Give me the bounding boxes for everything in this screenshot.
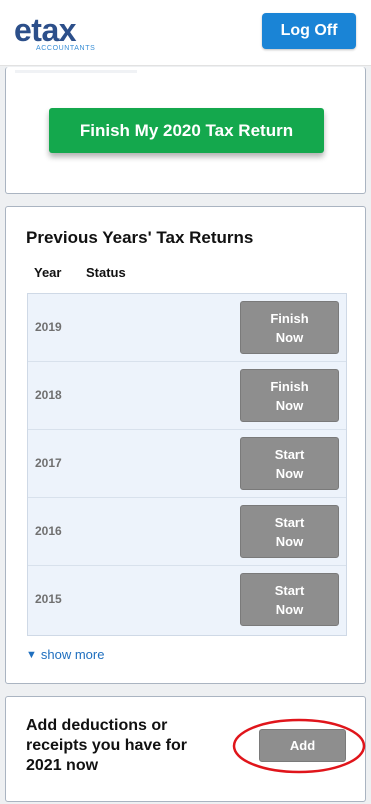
finish-now-button[interactable]: Finish Now <box>240 369 339 422</box>
finish-now-button[interactable]: Finish Now <box>240 301 339 354</box>
start-now-button[interactable]: Start Now <box>240 573 339 626</box>
table-row: 2015 Start Now <box>28 566 346 634</box>
previous-returns-title: Previous Years' Tax Returns <box>26 228 254 247</box>
row-year: 2018 <box>35 388 62 402</box>
current-return-card: Finish My 2020 Tax Return <box>5 67 366 194</box>
deductions-prompt: Add deductions or receipts you have for … <box>26 717 187 774</box>
app-header: etax ACCOUNTANTS Log Off <box>0 0 371 66</box>
row-year: 2017 <box>35 456 62 470</box>
start-now-button[interactable]: Start Now <box>240 505 339 558</box>
logo-subtitle: ACCOUNTANTS <box>36 45 96 52</box>
table-row: 2018 Finish Now <box>28 362 346 430</box>
row-year: 2019 <box>35 320 62 334</box>
finish-2020-return-button[interactable]: Finish My 2020 Tax Return <box>49 108 324 153</box>
table-row: 2017 Start Now <box>28 430 346 498</box>
table-row: 2019 Finish Now <box>28 294 346 362</box>
etax-logo[interactable]: etax ACCOUNTANTS <box>14 12 96 54</box>
show-more-label: show more <box>40 647 105 662</box>
previous-returns-table: 2019 Finish Now 2018 Finish Now 2017 Sta… <box>27 293 347 636</box>
tab-stub <box>15 70 137 73</box>
show-more-link[interactable]: ▼ show more <box>26 647 104 662</box>
start-now-button[interactable]: Start Now <box>240 437 339 490</box>
column-header-year: Year <box>34 265 62 280</box>
deductions-card: Add deductions or receipts you have for … <box>5 696 366 802</box>
log-off-button[interactable]: Log Off <box>262 13 356 49</box>
row-year: 2016 <box>35 524 62 538</box>
triangle-down-icon: ▼ <box>26 648 37 661</box>
previous-returns-card: Previous Years' Tax Returns Year Status … <box>5 206 366 684</box>
add-deductions-button[interactable]: Add <box>259 729 346 762</box>
column-header-status: Status <box>86 265 126 280</box>
logo-wordmark: etax <box>14 12 77 48</box>
table-row: 2016 Start Now <box>28 498 346 566</box>
row-year: 2015 <box>35 592 62 606</box>
